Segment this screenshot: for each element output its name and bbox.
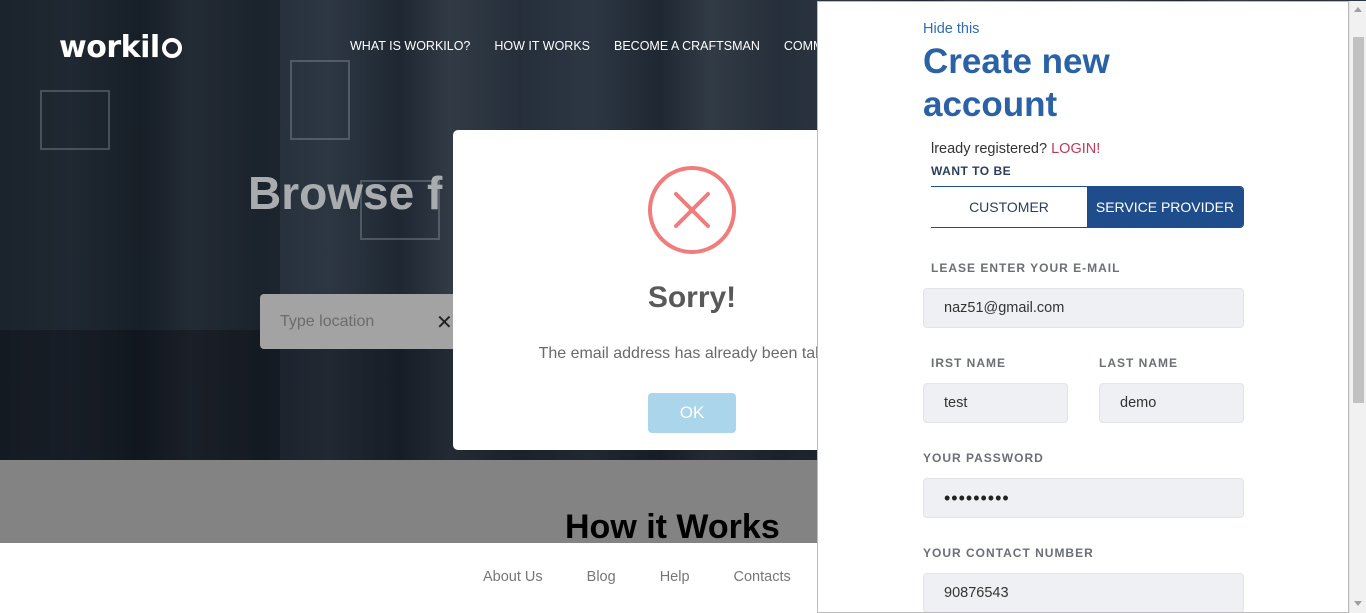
role-toggle: CUSTOMER SERVICE PROVIDER — [931, 186, 1244, 228]
footer-blog[interactable]: Blog — [587, 569, 616, 585]
logo-text: workil — [59, 30, 160, 65]
password-value: ••••••••• — [944, 487, 1010, 508]
last-name-value: demo — [1120, 395, 1157, 411]
footer-help[interactable]: Help — [660, 569, 690, 585]
password-field[interactable]: ••••••••• — [923, 478, 1244, 518]
logo-o-icon — [161, 38, 182, 58]
contact-number-field[interactable]: 90876543 — [923, 573, 1244, 612]
last-name-field[interactable]: demo — [1099, 383, 1244, 423]
panel-title: Create new account — [923, 42, 1110, 124]
already-registered: lready registered? LOGIN! — [931, 141, 1100, 157]
signup-panel: Hide this Create new account lready regi… — [817, 1, 1349, 613]
email-field[interactable]: naz51@gmail.com — [923, 288, 1244, 328]
email-label: LEASE ENTER YOUR E-MAIL — [931, 261, 1121, 275]
nav-how-it-works[interactable]: HOW IT WORKS — [494, 39, 590, 53]
location-placeholder: Type location — [280, 313, 375, 330]
hide-panel-link[interactable]: Hide this — [923, 21, 979, 37]
already-text: lready registered? — [931, 141, 1048, 157]
role-customer-option[interactable]: CUSTOMER — [931, 187, 1087, 227]
contact-value: 90876543 — [944, 585, 1009, 601]
hero-decor — [40, 90, 110, 150]
first-name-field[interactable]: test — [923, 383, 1068, 423]
scroll-up-icon[interactable] — [1354, 7, 1362, 12]
location-input[interactable]: Type location ✕ — [260, 294, 460, 349]
contact-label: YOUR CONTACT NUMBER — [923, 546, 1094, 560]
nav-become-craftsman[interactable]: BECOME A CRAFTSMAN — [614, 39, 760, 53]
panel-scrollbar[interactable] — [1349, 1, 1366, 613]
first-name-label: IRST NAME — [931, 356, 1006, 370]
top-nav: WHAT IS WORKILO? HOW IT WORKS BECOME A C… — [350, 39, 823, 53]
hero-decor — [290, 60, 350, 140]
scrollbar-thumb[interactable] — [1353, 37, 1364, 403]
login-link[interactable]: LOGIN! — [1051, 141, 1100, 157]
first-name-value: test — [944, 395, 968, 411]
scroll-down-icon[interactable] — [1354, 601, 1362, 606]
want-to-be-label: WANT TO BE — [931, 164, 1012, 178]
error-x-icon — [648, 166, 736, 254]
footer-links: About Us Blog Help Contacts — [483, 569, 791, 585]
hero-title: Browse f — [248, 167, 443, 219]
password-label: YOUR PASSWORD — [923, 451, 1044, 465]
footer-contacts[interactable]: Contacts — [734, 569, 791, 585]
email-value: naz51@gmail.com — [944, 300, 1065, 316]
role-provider-option[interactable]: SERVICE PROVIDER — [1087, 187, 1243, 227]
footer-about-us[interactable]: About Us — [483, 569, 543, 585]
clear-icon[interactable]: ✕ — [436, 310, 453, 334]
section-title: How it Works — [565, 508, 780, 546]
nav-what-is-workilo[interactable]: WHAT IS WORKILO? — [350, 39, 470, 53]
workilo-logo[interactable]: workil — [59, 30, 182, 65]
ok-button[interactable]: OK — [648, 393, 736, 433]
last-name-label: LAST NAME — [1099, 356, 1178, 370]
